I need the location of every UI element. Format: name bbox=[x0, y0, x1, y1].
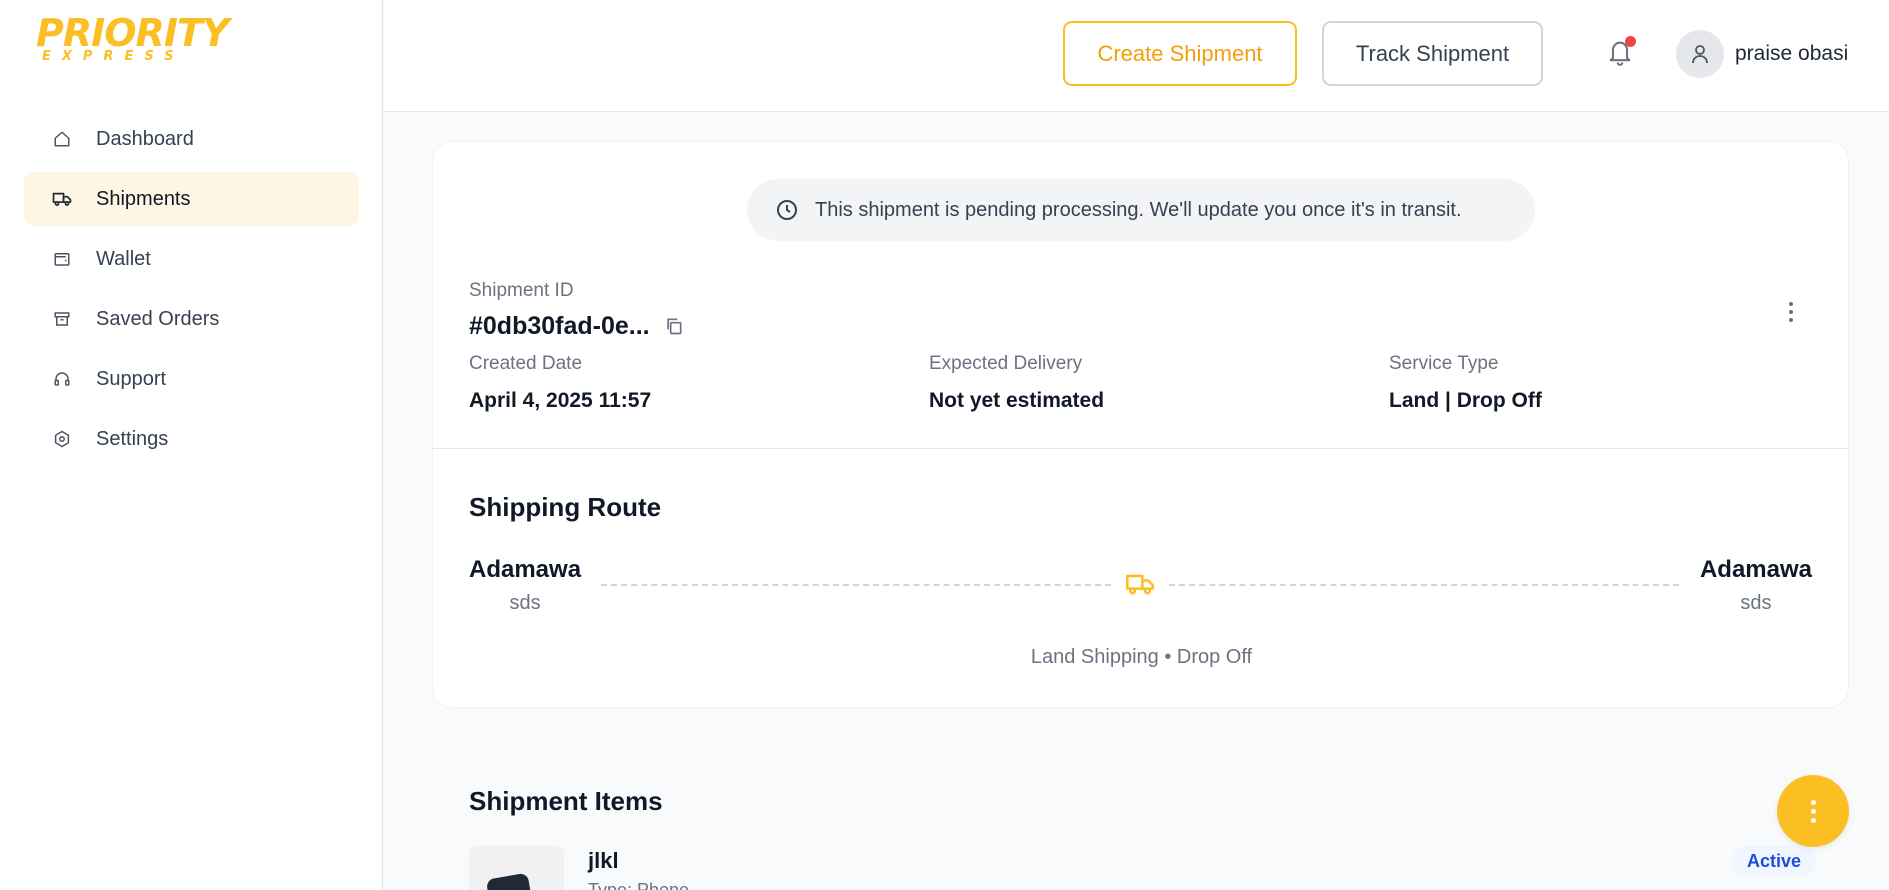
origin-sub: sds bbox=[509, 592, 541, 614]
divider bbox=[433, 448, 1850, 449]
service-type: Service Type Land | Drop Off bbox=[1389, 353, 1542, 413]
pending-notice: This shipment is pending processing. We'… bbox=[747, 179, 1535, 241]
brand-logo[interactable]: PRIORITY EXPRESS bbox=[36, 11, 229, 72]
sidebar-item-dashboard[interactable]: Dashboard bbox=[24, 112, 359, 166]
copy-icon[interactable] bbox=[664, 316, 686, 338]
sidebar-item-label: Shipments bbox=[96, 187, 191, 210]
create-shipment-button[interactable]: Create Shipment bbox=[1063, 21, 1297, 86]
sidebar-item-label: Support bbox=[96, 367, 167, 390]
shipping-route-title: Shipping Route bbox=[469, 492, 662, 522]
created-date: Created Date April 4, 2025 11:57 bbox=[469, 353, 651, 413]
origin-city: Adamawa bbox=[469, 556, 582, 583]
clock-icon bbox=[775, 198, 799, 222]
route-caption: Land Shipping • Drop Off bbox=[1030, 646, 1253, 668]
created-date-value: April 4, 2025 11:57 bbox=[469, 389, 652, 412]
sidebar-item-label: Saved Orders bbox=[96, 307, 220, 330]
headset-icon bbox=[52, 369, 72, 389]
sidebar-item-label: Wallet bbox=[96, 247, 151, 270]
service-type-value: Land | Drop Off bbox=[1389, 389, 1542, 412]
route-line-right bbox=[1169, 584, 1679, 586]
service-type-label: Service Type bbox=[1389, 353, 1499, 374]
notification-dot bbox=[1625, 36, 1636, 47]
route-destination: Adamawa sds bbox=[1700, 556, 1812, 615]
user-avatar[interactable] bbox=[1676, 30, 1724, 78]
sidebar-item-settings[interactable]: Settings bbox=[24, 412, 359, 466]
truck-icon bbox=[52, 189, 72, 209]
sidebar-item-label: Settings bbox=[96, 427, 169, 450]
shipment-items-title: Shipment Items bbox=[469, 786, 663, 816]
shipment-id: #0db30fad-0e... bbox=[469, 312, 686, 341]
notice-text: This shipment is pending processing. We'… bbox=[815, 198, 1462, 221]
expected-delivery-value: Not yet estimated bbox=[929, 389, 1105, 412]
destination-sub: sds bbox=[1740, 592, 1772, 614]
sidebar-nav: Dashboard Shipments Wallet Saved Orders … bbox=[24, 112, 359, 472]
truck-icon bbox=[1125, 572, 1155, 596]
status-badge: Active bbox=[1732, 846, 1817, 876]
more-options-icon[interactable] bbox=[1785, 298, 1797, 326]
sidebar-item-support[interactable]: Support bbox=[24, 352, 359, 406]
route-origin: Adamawa sds bbox=[469, 556, 581, 615]
logo-sub-text: EXPRESS bbox=[42, 49, 185, 64]
sidebar-item-shipments[interactable]: Shipments bbox=[24, 172, 359, 226]
created-date-label: Created Date bbox=[469, 353, 583, 374]
item-type: Type: Phone bbox=[588, 880, 690, 890]
shipment-details-card: This shipment is pending processing. We'… bbox=[432, 141, 1850, 708]
user-name[interactable]: praise obasi bbox=[1735, 42, 1848, 66]
sidebar: PRIORITY EXPRESS Dashboard Shipments Wal… bbox=[0, 0, 383, 890]
shipment-id-label: Shipment ID bbox=[469, 280, 574, 301]
settings-icon bbox=[52, 429, 72, 449]
destination-city: Adamawa bbox=[1699, 556, 1812, 583]
home-icon bbox=[52, 129, 72, 149]
user-icon bbox=[1692, 45, 1708, 64]
item-image bbox=[469, 846, 564, 890]
floating-menu-button[interactable] bbox=[1777, 775, 1849, 847]
shipment-id-value: #0db30fad-0e... bbox=[469, 312, 650, 340]
top-header: Create Shipment Track Shipment praise ob… bbox=[384, 0, 1889, 112]
archive-icon bbox=[52, 309, 72, 329]
sidebar-item-label: Dashboard bbox=[96, 127, 194, 150]
notification-bell-icon[interactable] bbox=[1606, 36, 1636, 70]
item-name: jlkl bbox=[588, 848, 619, 873]
expected-delivery: Expected Delivery Not yet estimated bbox=[929, 353, 1104, 413]
route-line-left bbox=[601, 584, 1111, 586]
sidebar-item-wallet[interactable]: Wallet bbox=[24, 232, 359, 286]
wallet-icon bbox=[52, 249, 72, 269]
logo-brand-text: PRIORITY bbox=[36, 11, 229, 55]
sidebar-item-saved-orders[interactable]: Saved Orders bbox=[24, 292, 359, 346]
track-shipment-button[interactable]: Track Shipment bbox=[1322, 21, 1543, 86]
expected-delivery-label: Expected Delivery bbox=[929, 353, 1083, 374]
